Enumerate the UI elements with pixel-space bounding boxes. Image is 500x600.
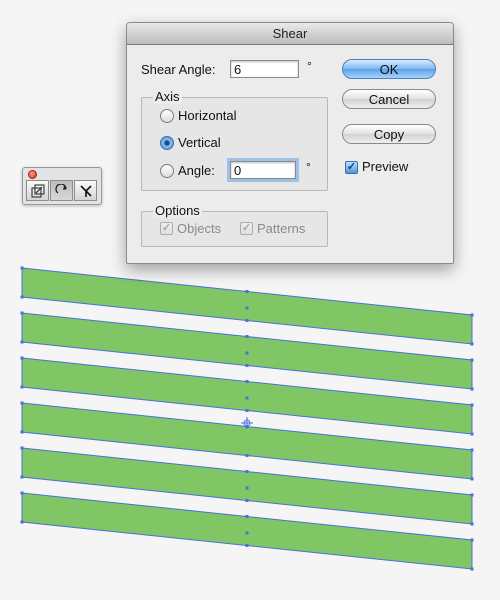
angle-label: Angle: (178, 163, 215, 178)
anchor-point[interactable] (245, 364, 249, 367)
anchor-point[interactable] (470, 358, 474, 362)
shear-angle-field[interactable]: 6 (230, 60, 299, 78)
options-group-label: Options (153, 203, 202, 218)
anchor-point[interactable] (470, 342, 474, 346)
anchor-point[interactable] (245, 544, 249, 547)
anchor-point[interactable] (20, 475, 24, 479)
shear-tool-icon[interactable] (74, 180, 97, 201)
anchor-point[interactable] (470, 403, 474, 407)
cancel-button[interactable]: Cancel (342, 89, 436, 109)
anchor-point[interactable] (245, 515, 249, 518)
panel-close-icon[interactable] (28, 170, 37, 179)
patterns-checkbox[interactable]: ✓ (240, 222, 253, 235)
rotate-tool-icon[interactable] (50, 180, 73, 201)
dialog-title: Shear (127, 23, 453, 45)
center-point[interactable] (245, 396, 249, 400)
anchor-point[interactable] (245, 454, 249, 457)
center-point[interactable] (245, 531, 249, 535)
anchor-point[interactable] (20, 491, 24, 495)
anchor-point[interactable] (245, 380, 249, 383)
center-point[interactable] (245, 306, 249, 310)
ok-button[interactable]: OK (342, 59, 436, 79)
anchor-point[interactable] (20, 311, 24, 315)
angle-radio[interactable] (160, 164, 174, 178)
anchor-point[interactable] (20, 385, 24, 389)
anchor-point[interactable] (20, 446, 24, 450)
transform-tools-panel (22, 167, 102, 205)
anchor-point[interactable] (20, 266, 24, 270)
axis-group-label: Axis (153, 89, 182, 104)
center-point[interactable] (245, 351, 249, 355)
anchor-point[interactable] (470, 448, 474, 452)
center-point[interactable] (245, 486, 249, 490)
anchor-point[interactable] (245, 470, 249, 473)
anchor-point[interactable] (470, 567, 474, 571)
vertical-label: Vertical (178, 135, 221, 150)
scale-tool-icon[interactable] (26, 180, 49, 201)
anchor-point[interactable] (245, 290, 249, 293)
preview-checkbox[interactable]: ✓ (345, 161, 358, 174)
anchor-point[interactable] (470, 313, 474, 317)
patterns-label: Patterns (257, 221, 306, 236)
anchor-point[interactable] (20, 340, 24, 344)
shear-angle-label: Shear Angle: (141, 62, 216, 77)
anchor-point[interactable] (245, 335, 249, 338)
axis-angle-field[interactable]: 0 (227, 158, 299, 182)
horizontal-label: Horizontal (178, 108, 237, 123)
anchor-point[interactable] (245, 319, 249, 322)
anchor-point[interactable] (470, 387, 474, 391)
shear-angle-degree: ° (307, 59, 312, 73)
anchor-point[interactable] (20, 295, 24, 299)
shear-dialog: Shear Shear Angle: 6 ° Axis Horizontal V… (126, 22, 454, 264)
anchor-point[interactable] (20, 356, 24, 360)
anchor-point[interactable] (245, 499, 249, 502)
anchor-point[interactable] (470, 522, 474, 526)
anchor-point[interactable] (470, 538, 474, 542)
preview-label: Preview (362, 159, 409, 174)
objects-checkbox[interactable]: ✓ (160, 222, 173, 235)
anchor-point[interactable] (470, 493, 474, 497)
anchor-point[interactable] (470, 477, 474, 481)
anchor-point[interactable] (20, 520, 24, 524)
anchor-point[interactable] (470, 432, 474, 436)
vertical-radio[interactable] (160, 136, 174, 150)
objects-label: Objects (177, 221, 222, 236)
axis-angle-degree: ° (306, 160, 311, 174)
anchor-point[interactable] (20, 430, 24, 434)
horizontal-radio[interactable] (160, 109, 174, 123)
anchor-point[interactable] (20, 401, 24, 405)
copy-button[interactable]: Copy (342, 124, 436, 144)
anchor-point[interactable] (245, 409, 249, 412)
